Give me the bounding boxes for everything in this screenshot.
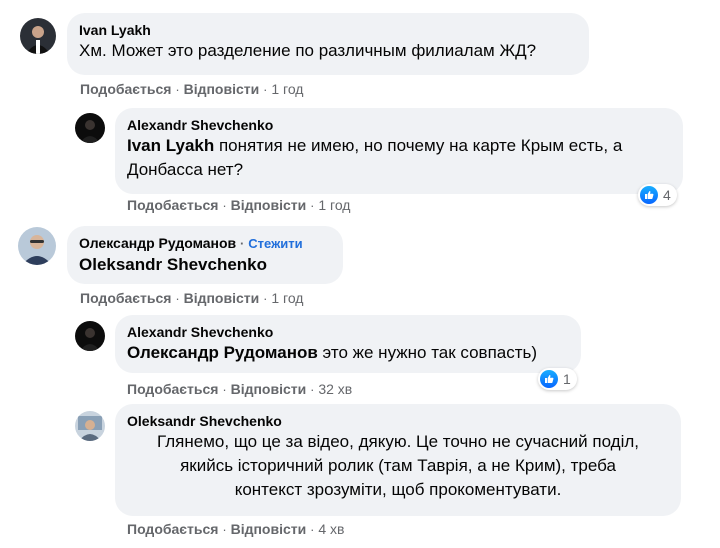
timestamp[interactable]: 32 хв <box>318 381 352 397</box>
comment-bubble: Oleksandr Shevchenko Глянемо, що це за в… <box>115 404 681 516</box>
separator: · <box>222 522 227 537</box>
reaction-count[interactable]: 1 <box>538 368 577 390</box>
timestamp[interactable]: 4 хв <box>318 521 344 537</box>
mention-link[interactable]: Ivan Lyakh <box>127 136 214 155</box>
timestamp[interactable]: 1 год <box>271 290 303 306</box>
reply-button[interactable]: Відповісти <box>231 381 307 397</box>
comment-author-row: Олександр Рудоманов · Стежити <box>79 234 331 253</box>
separator: · <box>222 198 227 213</box>
mention-link[interactable]: Oleksandr Shevchenko <box>79 255 267 274</box>
like-button[interactable]: Подобається <box>80 290 171 306</box>
reaction-count[interactable]: 4 <box>638 184 677 206</box>
comment-actions: Подобається · Відповісти · 32 хв <box>127 380 352 399</box>
separator: · <box>310 198 315 213</box>
like-button[interactable]: Подобається <box>127 381 218 397</box>
reaction-number: 4 <box>663 187 671 203</box>
like-button[interactable]: Подобається <box>127 197 218 213</box>
separator: · <box>222 382 227 397</box>
like-button[interactable]: Подобається <box>80 81 171 97</box>
reply-button[interactable]: Відповісти <box>184 290 260 306</box>
comment-bubble: Олександр Рудоманов · Стежити Oleksandr … <box>67 226 343 284</box>
separator: · <box>310 522 315 537</box>
comment-text: Хм. Может это разделение по различным фи… <box>79 41 537 60</box>
avatar[interactable] <box>20 18 56 54</box>
timestamp[interactable]: 1 год <box>318 197 350 213</box>
comment-author[interactable]: Alexandr Shevchenko <box>127 323 569 341</box>
comment-author[interactable]: Oleksandr Shevchenko <box>127 412 669 430</box>
reply-button[interactable]: Відповісти <box>231 521 307 537</box>
comment-bubble: Ivan Lyakh Хм. Может это разделение по р… <box>67 13 589 75</box>
comment-author[interactable]: Олександр Рудоманов <box>79 235 236 251</box>
comment-bubble: Alexandr Shevchenko Олександр Рудоманов … <box>115 315 581 373</box>
comment-text: Ivan Lyakh понятия не имею, но почему на… <box>127 136 623 155</box>
like-icon <box>640 186 658 204</box>
separator: · <box>310 382 315 397</box>
follow-link[interactable]: Стежити <box>248 236 302 251</box>
comment-text: контекст зрозуміти, щоб прокоментувати. <box>234 480 562 499</box>
comment-text: Олександр Рудоманов это же нужно так сов… <box>127 343 538 362</box>
reply-button[interactable]: Відповісти <box>231 197 307 213</box>
separator: · <box>175 291 180 306</box>
like-button[interactable]: Подобається <box>127 521 218 537</box>
avatar[interactable] <box>75 411 105 441</box>
comment-actions: Подобається · Відповісти · 1 год <box>127 196 350 215</box>
reaction-number: 1 <box>563 371 571 387</box>
avatar[interactable] <box>75 321 105 351</box>
comment-author[interactable]: Ivan Lyakh <box>79 21 577 39</box>
comment-text: якийсь історичний ролик (там Таврія, а н… <box>180 456 616 475</box>
separator: · <box>263 291 268 306</box>
comment-bubble: Alexandr Shevchenko Ivan Lyakh понятия н… <box>115 108 683 194</box>
separator: · <box>175 82 180 97</box>
comment-actions: Подобається · Відповісти · 4 хв <box>127 520 344 539</box>
comment-text: Глянемо, що це за відео, дякую. Це точно… <box>157 432 639 451</box>
comment-author[interactable]: Alexandr Shevchenko <box>127 116 671 134</box>
avatar[interactable] <box>75 113 105 143</box>
reply-button[interactable]: Відповісти <box>184 81 260 97</box>
avatar[interactable] <box>18 227 56 265</box>
separator: · <box>263 82 268 97</box>
mention-link[interactable]: Олександр Рудоманов <box>127 343 318 362</box>
comment-actions: Подобається · Відповісти · 1 год <box>80 289 303 308</box>
comment-text: Oleksandr Shevchenko <box>79 253 331 277</box>
like-icon <box>540 370 558 388</box>
comment-text: Донбасса нет? <box>127 160 244 179</box>
timestamp[interactable]: 1 год <box>271 81 303 97</box>
comment-actions: Подобається · Відповісти · 1 год <box>80 80 303 99</box>
separator: · <box>240 236 245 251</box>
